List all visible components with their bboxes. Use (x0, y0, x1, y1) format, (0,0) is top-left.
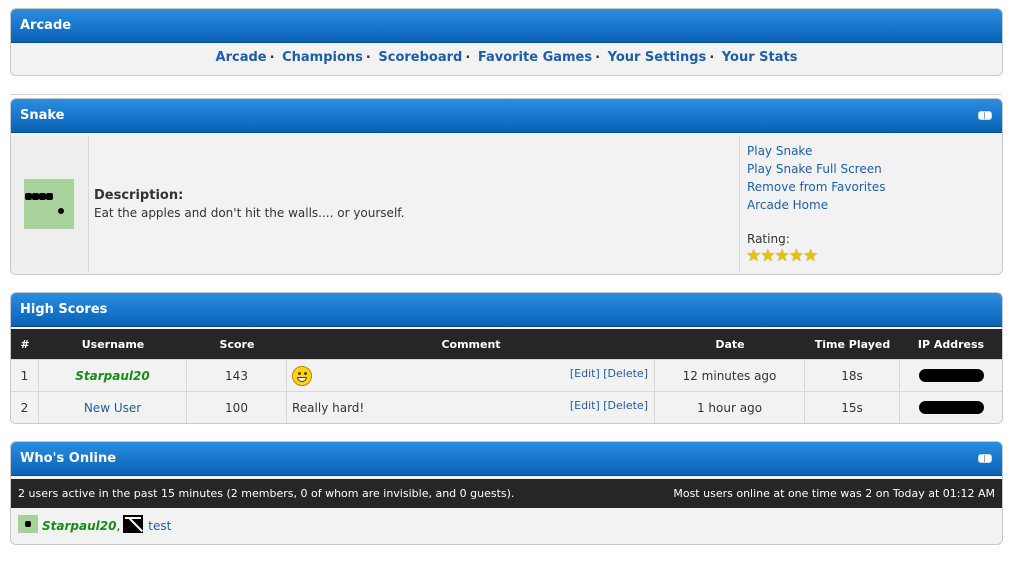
play-game-link[interactable]: Play Snake (747, 142, 1002, 160)
description-text: Eat the apples and don't hit the walls..… (94, 206, 405, 220)
nav-arcade-link[interactable]: Arcade (216, 50, 267, 65)
high-scores-column-header: # Username Score Comment Date Time Playe… (11, 329, 1002, 359)
grin-smiley-icon (292, 365, 312, 386)
comment-cell: Really hard! [Edit] [Delete] (287, 392, 655, 423)
nav-separator: . (595, 47, 601, 62)
delete-link[interactable]: [Delete] (603, 367, 648, 380)
game-panel: Snake Description: Eat the apples and do… (10, 98, 1003, 275)
redacted-ip (918, 369, 984, 382)
rank-cell: 1 (11, 360, 39, 391)
collapse-icon[interactable] (978, 454, 992, 463)
nav-scoreboard-link[interactable]: Scoreboard (378, 50, 462, 65)
ip-address-cell (900, 392, 1002, 423)
edit-link[interactable]: [Edit] (570, 399, 600, 412)
nav-your-stats-link[interactable]: Your Stats (722, 50, 798, 65)
nav-champions-link[interactable]: Champions (282, 50, 363, 65)
col-time-played: Time Played (814, 337, 891, 351)
game-header: Snake (11, 99, 1002, 133)
nav-separator: . (269, 47, 275, 62)
avatar[interactable] (123, 515, 144, 533)
online-user-link[interactable]: Starpaul20 (42, 519, 116, 533)
date-cell: 12 minutes ago (655, 360, 805, 391)
arcade-nav: Arcade. Champions. Scoreboard. Favorite … (11, 43, 1002, 65)
high-scores-header: High Scores (11, 293, 1002, 327)
username-link[interactable]: Starpaul20 (75, 369, 149, 383)
col-date: Date (715, 337, 745, 351)
time-played-cell: 15s (805, 392, 900, 423)
username-cell: Starpaul20 (39, 360, 187, 391)
online-user-link[interactable]: test (148, 519, 171, 533)
remove-favorites-link[interactable]: Remove from Favorites (747, 178, 1002, 196)
nav-separator: . (465, 47, 471, 62)
comment-cell: [Edit] [Delete] (287, 360, 655, 391)
game-title: Snake (20, 108, 65, 123)
whos-online-header: Who's Online (11, 442, 1002, 476)
nav-favorite-games-link[interactable]: Favorite Games (478, 50, 592, 65)
table-row: 1 Starpaul20 143 [Edit] [Delete] 12 minu… (11, 359, 1002, 391)
col-score: Score (219, 337, 255, 351)
comment-text: Really hard! (292, 400, 365, 415)
user-separator: , (116, 519, 121, 533)
description-label: Description: (94, 188, 184, 203)
high-scores-title: High Scores (20, 302, 108, 317)
arcade-home-link[interactable]: Arcade Home (747, 196, 1002, 214)
score-cell: 143 (187, 360, 287, 391)
whos-online-panel: Who's Online 2 users active in the past … (10, 441, 1003, 545)
whos-online-title: Who's Online (20, 451, 117, 466)
ip-address-cell (900, 360, 1002, 391)
nav-your-settings-link[interactable]: Your Settings (608, 50, 707, 65)
divider (10, 94, 1001, 97)
username-link[interactable]: New User (84, 401, 141, 415)
rating-stars-icon[interactable]: ★★★★★ (746, 247, 1002, 265)
nav-separator: . (365, 47, 371, 62)
online-summary: 2 users active in the past 15 minutes (2… (18, 487, 515, 500)
date-cell: 1 hour ago (655, 392, 805, 423)
delete-link[interactable]: [Delete] (603, 399, 648, 412)
arcade-header: Arcade (11, 9, 1002, 43)
col-username: Username (81, 337, 145, 351)
game-description: Description: Eat the apples and don't hi… (94, 188, 404, 220)
redacted-ip (918, 401, 984, 414)
online-users-list: Starpaul20, test (18, 515, 171, 533)
score-cell: 100 (187, 392, 287, 423)
time-played-cell: 18s (805, 360, 900, 391)
table-row: 2 New User 100 Really hard! [Edit] [Dele… (11, 391, 1002, 423)
snake-thumbnail[interactable] (24, 179, 74, 229)
rank-cell: 2 (11, 392, 39, 423)
edit-link[interactable]: [Edit] (570, 367, 600, 380)
arcade-panel: Arcade Arcade. Champions. Scoreboard. Fa… (10, 8, 1003, 76)
game-thumbnail-cell (11, 136, 89, 272)
online-record: Most users online at one time was 2 on T… (673, 487, 995, 500)
game-links: Play Snake Play Snake Full Screen Remove… (739, 136, 1002, 272)
collapse-icon[interactable] (978, 111, 992, 120)
username-cell: New User (39, 392, 187, 423)
play-fullscreen-link[interactable]: Play Snake Full Screen (747, 160, 1002, 178)
online-stats-bar: 2 users active in the past 15 minutes (2… (11, 479, 1002, 508)
rating-label: Rating: (747, 232, 790, 246)
nav-separator: . (709, 47, 715, 62)
arcade-title: Arcade (20, 18, 72, 33)
col-rank: # (20, 337, 30, 351)
col-comment: Comment (441, 337, 501, 351)
avatar[interactable] (18, 515, 38, 533)
col-ip-address: IP Address (917, 337, 985, 351)
high-scores-panel: High Scores # Username Score Comment Dat… (10, 292, 1003, 424)
